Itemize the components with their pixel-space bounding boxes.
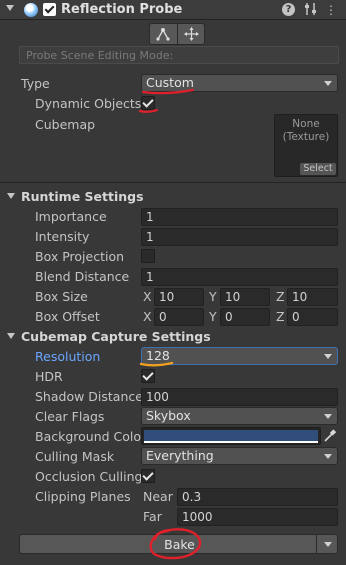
help-icon[interactable]: ? — [282, 3, 295, 16]
box-size-y-label: Y — [209, 289, 217, 304]
reflection-probe-icon — [24, 3, 38, 17]
runtime-settings-header[interactable]: Runtime Settings — [21, 189, 144, 204]
far-label: Far — [143, 509, 162, 524]
probe-scene-editing-mode: Probe Scene Editing Mode: — [19, 46, 339, 64]
box-size-z-field[interactable]: 10 — [287, 288, 338, 306]
resolution-dropdown[interactable]: 128 — [141, 347, 338, 365]
component-title: Reflection Probe — [61, 2, 183, 17]
chevron-down-icon — [324, 414, 332, 419]
component-header: Reflection Probe ? ⋮ — [0, 0, 346, 20]
box-offset-label: Box Offset — [35, 309, 100, 324]
occlusion-culling-label: Occlusion Culling — [35, 469, 143, 484]
type-label: Type — [21, 76, 50, 91]
importance-label: Importance — [35, 209, 107, 224]
cubemap-select-button[interactable]: Select — [300, 163, 336, 175]
chevron-down-icon — [324, 354, 332, 359]
box-offset-z-field[interactable]: 0 — [287, 308, 338, 326]
box-projection-checkbox[interactable] — [141, 249, 155, 263]
intensity-label: Intensity — [35, 229, 90, 244]
chevron-down-icon — [324, 454, 332, 459]
chevron-down-icon[interactable] — [324, 542, 332, 547]
culling-mask-dropdown[interactable]: Everything — [141, 447, 338, 465]
type-dropdown[interactable]: Custom — [141, 74, 338, 92]
intensity-field[interactable]: 1 — [141, 228, 338, 246]
probe-edit-toolbar — [149, 23, 205, 45]
near-clip-field[interactable]: 0.3 — [177, 488, 338, 506]
box-offset-x-label: X — [143, 309, 152, 324]
box-size-label: Box Size — [35, 289, 88, 304]
near-label: Near — [143, 489, 173, 504]
clipping-planes-label: Clipping Planes — [35, 489, 131, 504]
cubemap-label: Cubemap — [35, 117, 96, 132]
capture-foldout-icon[interactable] — [7, 333, 15, 339]
dynamic-objects-checkbox[interactable] — [141, 96, 155, 110]
box-offset-z-label: Z — [276, 309, 285, 324]
move-probe-button[interactable] — [177, 24, 204, 44]
eyedropper-icon[interactable] — [321, 427, 338, 445]
background-color-label: Background Color — [35, 429, 147, 444]
shadow-distance-field[interactable]: 100 — [141, 388, 338, 406]
move-probe-icon — [184, 27, 199, 41]
box-size-x-label: X — [143, 289, 152, 304]
type-value: Custom — [146, 75, 194, 90]
runtime-foldout-icon[interactable] — [7, 193, 15, 199]
cubemap-capture-header[interactable]: Cubemap Capture Settings — [21, 329, 211, 344]
cubemap-value: None (Texture) — [282, 118, 330, 143]
box-offset-x-field[interactable]: 0 — [154, 308, 204, 326]
divider — [0, 182, 346, 183]
edit-bounds-button[interactable] — [150, 24, 177, 44]
box-offset-y-field[interactable]: 0 — [220, 308, 270, 326]
box-projection-label: Box Projection — [35, 249, 125, 264]
bake-label: Bake — [164, 537, 195, 552]
more-options-icon[interactable]: ⋮ — [324, 2, 338, 18]
alpha-bar — [144, 441, 318, 443]
box-size-y-field[interactable]: 10 — [220, 288, 270, 306]
hdr-label: HDR — [35, 369, 63, 384]
box-size-z-label: Z — [276, 289, 285, 304]
background-color-field[interactable] — [141, 427, 321, 445]
hdr-checkbox[interactable] — [141, 369, 155, 383]
component-enabled-checkbox[interactable] — [43, 3, 56, 16]
dynamic-objects-label: Dynamic Objects — [35, 96, 142, 111]
preset-icon[interactable] — [303, 2, 317, 18]
culling-mask-value: Everything — [146, 448, 214, 463]
box-size-x-field[interactable]: 10 — [154, 288, 204, 306]
resolution-value: 128 — [146, 348, 170, 363]
blend-distance-label: Blend Distance — [35, 269, 130, 284]
underline-dynamic-annotation — [138, 108, 159, 113]
importance-field[interactable]: 1 — [141, 208, 338, 226]
occlusion-culling-checkbox[interactable] — [141, 469, 155, 483]
divider — [316, 535, 317, 553]
culling-mask-label: Culling Mask — [35, 449, 115, 464]
clear-flags-label: Clear Flags — [35, 409, 105, 424]
foldout-arrow-icon[interactable] — [6, 5, 14, 11]
edit-bounds-icon — [156, 28, 170, 41]
cubemap-object-field[interactable]: None (Texture) Select — [274, 114, 338, 177]
box-offset-y-label: Y — [209, 309, 217, 324]
shadow-distance-label: Shadow Distance — [35, 389, 143, 404]
clear-flags-dropdown[interactable]: Skybox — [141, 407, 338, 425]
bake-button[interactable]: Bake — [19, 534, 338, 554]
resolution-label: Resolution — [35, 349, 101, 364]
chevron-down-icon — [324, 81, 332, 86]
color-swatch — [144, 430, 318, 441]
clear-flags-value: Skybox — [146, 408, 191, 423]
far-clip-field[interactable]: 1000 — [177, 508, 338, 526]
blend-distance-field[interactable]: 1 — [141, 268, 338, 286]
